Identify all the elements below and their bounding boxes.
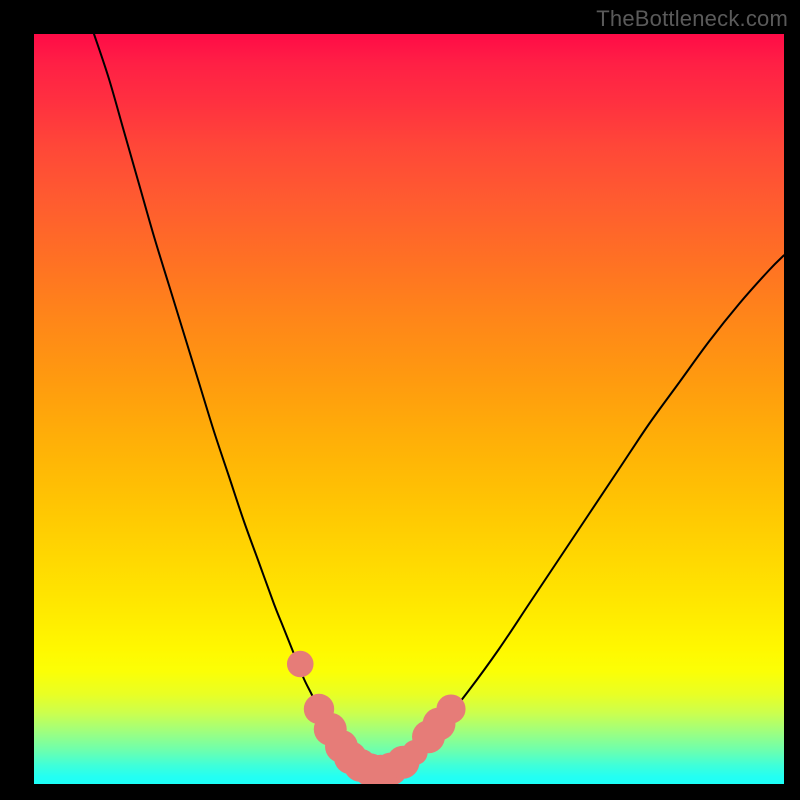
chart-frame: TheBottleneck.com xyxy=(0,0,800,800)
plot-area xyxy=(34,34,784,784)
watermark-text: TheBottleneck.com xyxy=(596,6,788,32)
gradient-background xyxy=(34,34,784,784)
